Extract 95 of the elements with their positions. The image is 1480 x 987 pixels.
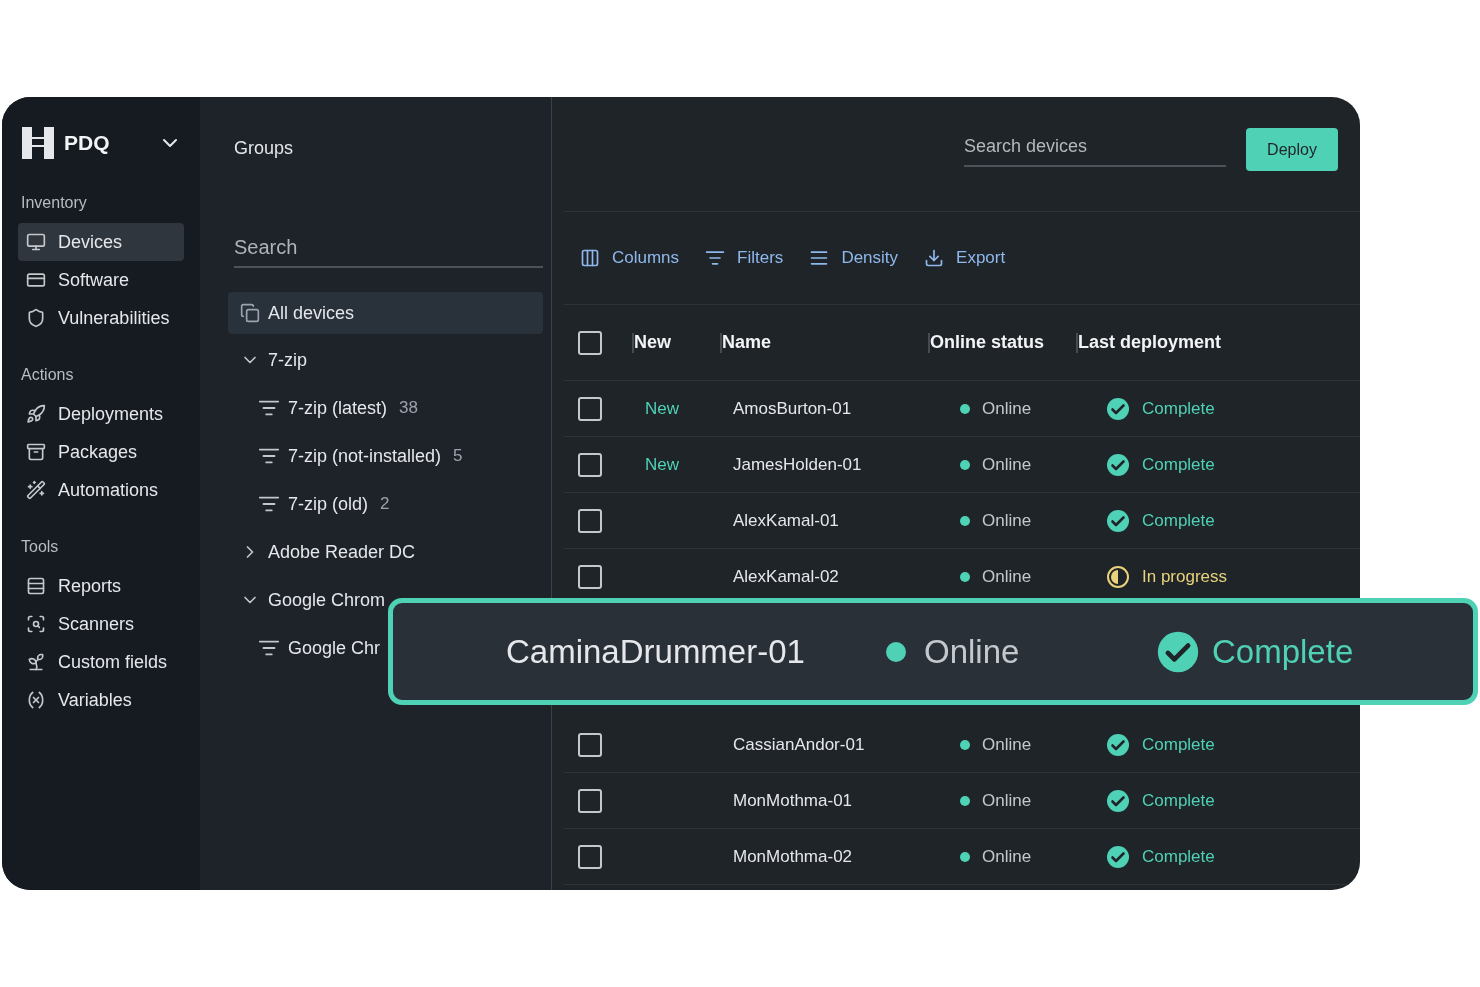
row-checkbox[interactable] <box>578 396 602 421</box>
monitor-icon <box>26 232 46 252</box>
group-item[interactable]: 7-zip (latest) <box>288 394 388 422</box>
group-item[interactable]: 7-zip <box>268 346 307 374</box>
device-name: AmosBurton-01 <box>733 398 852 418</box>
check-circle-icon <box>1156 629 1200 674</box>
new-label: New <box>645 398 679 418</box>
sidebar-item[interactable]: Vulnerabilities <box>18 299 184 337</box>
toolbar-button[interactable]: Density <box>809 245 899 271</box>
check-circle-icon <box>1106 844 1130 869</box>
group-count: 38 <box>399 397 418 420</box>
toolbar-button[interactable]: Export <box>924 245 1006 271</box>
panel-title: Groups <box>233 137 295 160</box>
row-checkbox[interactable] <box>578 788 602 813</box>
window-icon <box>26 270 46 290</box>
row-checkbox[interactable] <box>578 844 602 869</box>
check-circle-icon <box>1106 788 1130 813</box>
deployment-status: Complete <box>1142 733 1215 756</box>
rocket-icon <box>26 404 46 424</box>
online-status: Online <box>982 509 1032 532</box>
deployment-status: Complete <box>1142 789 1215 812</box>
toolbar-button[interactable]: Columns <box>580 245 680 271</box>
check-circle-icon <box>1106 396 1130 421</box>
deployment-status: Complete <box>1142 845 1215 868</box>
online-status: Online <box>982 733 1032 756</box>
select-all-checkbox[interactable] <box>578 330 602 355</box>
deployment-status: Complete <box>1142 453 1215 476</box>
deploy-button[interactable]: Deploy <box>1246 128 1338 171</box>
row-checkbox[interactable] <box>578 508 602 533</box>
sidebar-item[interactable]: Software <box>18 261 184 299</box>
online-status: Online <box>924 631 1020 672</box>
column-header[interactable]: Name <box>722 329 772 356</box>
deployment-status: Complete <box>1142 509 1215 532</box>
half-circle-icon <box>1106 564 1130 589</box>
sidebar-item[interactable]: Variables <box>18 681 184 719</box>
device-name: CaminaDrummer-01 <box>506 631 806 672</box>
group-item[interactable]: Adobe Reader DC <box>268 538 416 566</box>
search-devices-field[interactable]: Search devices <box>964 127 1226 167</box>
sidebar-item[interactable]: Scanners <box>18 605 184 643</box>
sidebar-item[interactable]: Devices <box>18 223 184 261</box>
online-status: Online <box>982 565 1032 588</box>
filter-icon <box>705 248 726 268</box>
row-checkbox[interactable] <box>578 732 602 757</box>
section-heading: Actions <box>20 365 75 385</box>
logo-icon <box>20 125 56 161</box>
group-item[interactable]: Google Chr <box>288 634 381 662</box>
column-header[interactable]: Last deployment <box>1078 329 1222 356</box>
new-label: New <box>645 454 679 474</box>
device-name: MonMothma-01 <box>733 790 853 810</box>
rows-icon <box>26 576 46 596</box>
column-header[interactable]: Online status <box>930 329 1045 356</box>
brand-name: PDQ <box>64 130 110 157</box>
online-status: Online <box>982 453 1032 476</box>
sprout-icon <box>26 652 46 672</box>
check-circle-icon <box>1106 508 1130 533</box>
scan-icon <box>26 614 46 634</box>
sidebar-item[interactable]: Packages <box>18 433 184 471</box>
online-status: Online <box>982 789 1032 812</box>
search-field[interactable]: Search <box>234 228 543 268</box>
group-item[interactable]: Google Chrom <box>268 586 386 614</box>
columns-icon <box>580 248 600 268</box>
device-name: MonMothma-02 <box>733 846 853 866</box>
group-count: 5 <box>453 445 463 468</box>
section-heading: Inventory <box>20 193 88 213</box>
archive-box-icon <box>26 442 46 462</box>
check-circle-icon <box>1106 452 1130 477</box>
group-item[interactable]: 7-zip (old) <box>288 490 369 518</box>
column-header[interactable]: New <box>634 329 671 356</box>
device-name: AlexKamal-02 <box>733 566 839 586</box>
sidebar-item[interactable]: Automations <box>18 471 184 509</box>
row-checkbox[interactable] <box>578 564 602 589</box>
all-devices-item[interactable]: All devices <box>228 292 543 334</box>
group-item[interactable]: 7-zip (not-installed) <box>288 442 442 470</box>
check-circle-icon <box>1106 732 1130 757</box>
sidebar-item[interactable]: Custom fields <box>18 643 184 681</box>
density-icon <box>809 248 830 268</box>
device-name: AlexKamal-01 <box>733 510 839 530</box>
copy-icon <box>240 303 260 323</box>
device-name: JamesHolden-01 <box>733 454 862 474</box>
online-status: Online <box>982 397 1032 420</box>
device-name: CassianAndor-01 <box>733 734 865 754</box>
sidebar-item[interactable]: Deployments <box>18 395 184 433</box>
shield-icon <box>26 308 46 328</box>
download-icon <box>924 248 945 268</box>
deployment-status: Complete <box>1212 631 1354 672</box>
online-status: Online <box>982 845 1032 868</box>
sidebar-item[interactable]: Reports <box>18 567 184 605</box>
deployment-status: Complete <box>1142 397 1215 420</box>
variable-icon <box>26 690 46 710</box>
group-count: 2 <box>380 493 390 516</box>
deployment-status: In progress <box>1142 565 1228 588</box>
row-checkbox[interactable] <box>578 452 602 477</box>
section-heading: Tools <box>20 537 60 557</box>
toolbar-button[interactable]: Filters <box>705 245 784 271</box>
wand-icon <box>26 480 46 500</box>
